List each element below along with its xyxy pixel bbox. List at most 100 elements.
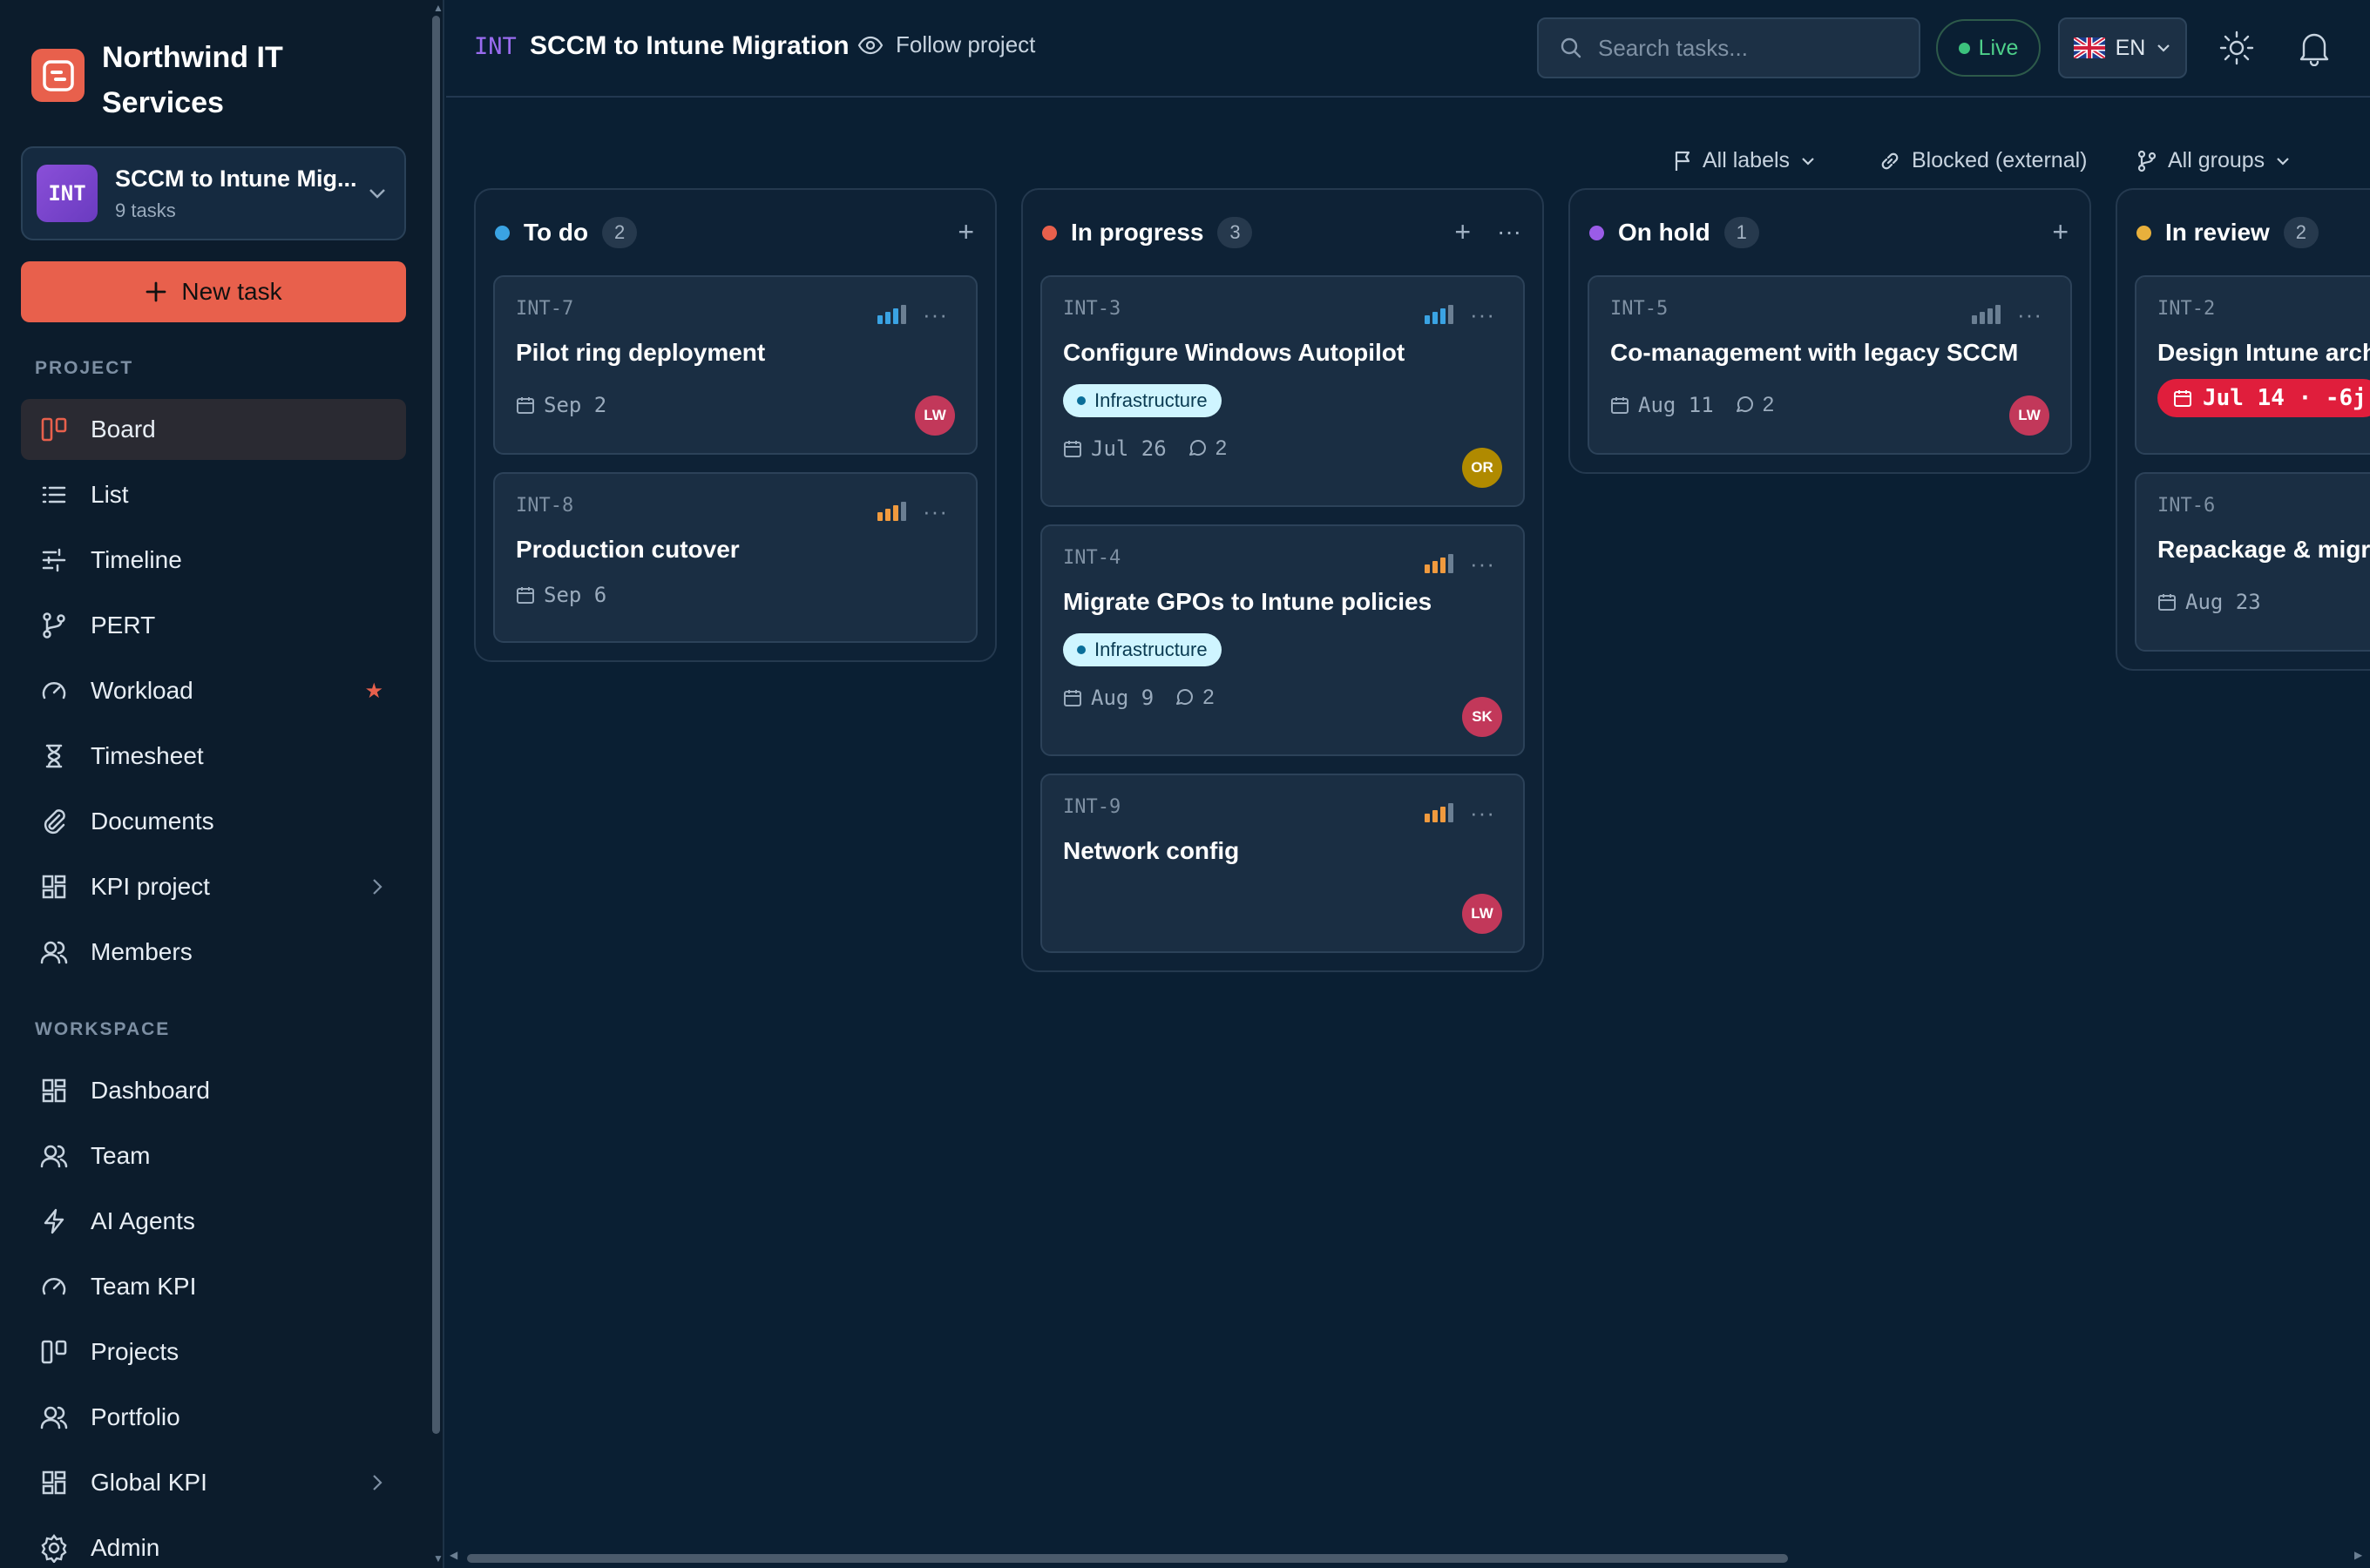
- groups-filter[interactable]: All groups: [2136, 148, 2291, 173]
- task-card[interactable]: INT-4 ··· Migrate GPOs to Intune policie…: [1040, 524, 1525, 756]
- follow-project-label: Follow project: [896, 31, 1036, 57]
- theme-toggle-icon[interactable]: [2218, 30, 2255, 66]
- scrollbar-thumb[interactable]: [432, 16, 440, 1434]
- labels-filter[interactable]: All labels: [1673, 148, 1816, 173]
- add-card-icon[interactable]: +: [1454, 218, 1471, 246]
- sidebar-scrollbar[interactable]: ▲ ▼: [429, 0, 444, 1568]
- column-count-badge: 2: [2283, 217, 2319, 248]
- board-icon: [38, 1336, 70, 1368]
- scrollbar-thumb[interactable]: [467, 1554, 1788, 1563]
- avatar[interactable]: OR: [1462, 448, 1502, 488]
- sidebar-item-dashboard[interactable]: Dashboard: [21, 1060, 406, 1121]
- blocked-filter[interactable]: Blocked (external): [1879, 148, 2087, 173]
- sidebar-item-list[interactable]: List: [21, 464, 406, 525]
- bolt-icon: [38, 1206, 70, 1237]
- column-title: In progress: [1071, 219, 1204, 246]
- task-card[interactable]: INT-9 ··· Network config LW: [1040, 774, 1525, 953]
- gear-icon: [38, 1532, 70, 1564]
- follow-project-button[interactable]: Follow project: [857, 31, 1035, 58]
- task-title: Co-management with legacy SCCM: [1610, 339, 2019, 366]
- task-title: Network config: [1063, 837, 1240, 864]
- task-card[interactable]: INT-5 ··· Co-management with legacy SCCM…: [1588, 275, 2072, 455]
- sidebar-item-timesheet[interactable]: Timesheet: [21, 726, 406, 787]
- sidebar-item-members[interactable]: Members: [21, 922, 406, 983]
- avatar[interactable]: LW: [915, 395, 955, 436]
- sidebar-item-projects[interactable]: Projects: [21, 1321, 406, 1382]
- add-card-icon[interactable]: +: [2052, 218, 2069, 246]
- search-input[interactable]: Search tasks...: [1537, 17, 1920, 78]
- sidebar-item-pert[interactable]: PERT: [21, 595, 406, 656]
- column-title: To do: [524, 219, 589, 246]
- more-options-icon[interactable]: ···: [923, 500, 948, 523]
- timeline-icon: [38, 544, 70, 576]
- label-tag[interactable]: Infrastructure: [1063, 384, 1222, 417]
- sidebar-item-label: Portfolio: [91, 1403, 180, 1430]
- sidebar-item-portfolio[interactable]: Portfolio: [21, 1387, 406, 1448]
- more-options-icon[interactable]: ···: [1470, 552, 1495, 575]
- star-icon[interactable]: ★: [364, 679, 383, 704]
- search-icon: [1561, 37, 1581, 58]
- comment-count: 2: [1735, 393, 1774, 417]
- calendar-icon: [1064, 690, 1081, 706]
- task-title: Repackage & migrate apps: [2157, 536, 2370, 563]
- sidebar-item-board[interactable]: Board: [21, 399, 406, 460]
- sidebar-item-ai-agents[interactable]: AI Agents: [21, 1191, 406, 1252]
- bell-icon[interactable]: [2297, 30, 2332, 66]
- column-count-badge: 1: [1723, 217, 1759, 248]
- task-card[interactable]: INT-7 ··· Pilot ring deployment Sep 2 LW: [493, 275, 978, 455]
- scroll-right-arrow[interactable]: ▶: [2354, 1549, 2362, 1561]
- sidebar-item-kpi-project[interactable]: KPI project: [21, 856, 406, 917]
- sidebar-item-global-kpi[interactable]: Global KPI: [21, 1452, 406, 1513]
- chevron-right-icon: [373, 1475, 383, 1490]
- board-column-in-progress: In progress 3 + ··· INT-3 ··· Configure …: [1021, 188, 1544, 972]
- sidebar-item-label: Projects: [91, 1338, 179, 1365]
- sidebar-item-team-kpi[interactable]: Team KPI: [21, 1256, 406, 1317]
- more-options-icon[interactable]: ···: [1470, 801, 1495, 824]
- task-card[interactable]: INT-3 ··· Configure Windows Autopilot In…: [1040, 275, 1525, 507]
- plus-icon: [146, 281, 166, 302]
- project-selector[interactable]: INT SCCM to Intune Mig... 9 tasks: [21, 146, 406, 240]
- search-placeholder: Search tasks...: [1598, 34, 1748, 61]
- sidebar-item-documents[interactable]: Documents: [21, 791, 406, 852]
- task-card[interactable]: INT-6 Repackage & migrate apps Aug 23: [2135, 472, 2370, 652]
- more-options-icon[interactable]: ···: [2017, 303, 2042, 326]
- section-label-workspace: WORKSPACE: [35, 1019, 171, 1039]
- list-icon: [38, 479, 70, 510]
- language-label: EN: [2115, 35, 2146, 60]
- live-status-badge[interactable]: Live: [1936, 19, 2041, 77]
- live-label: Live: [1978, 35, 2019, 60]
- avatar[interactable]: SK: [1462, 697, 1502, 737]
- org-name: Northwind IT Services: [102, 41, 283, 119]
- avatar[interactable]: LW: [2009, 395, 2049, 436]
- language-selector[interactable]: EN: [2058, 17, 2187, 78]
- priority-high-icon: [1425, 803, 1454, 822]
- eye-icon: [857, 36, 884, 54]
- more-options-icon[interactable]: ···: [1470, 303, 1495, 326]
- add-card-icon[interactable]: +: [958, 218, 974, 246]
- avatar[interactable]: LW: [1462, 894, 1502, 934]
- logo-icon: [31, 49, 85, 102]
- task-card[interactable]: INT-8 ··· Production cutover Sep 6: [493, 472, 978, 643]
- task-card[interactable]: INT-2 Design Intune architecture Jul 14 …: [2135, 275, 2370, 455]
- scroll-up-arrow[interactable]: ▲: [433, 2, 444, 14]
- org-header: Northwind IT Services: [31, 35, 389, 125]
- sidebar-item-timeline[interactable]: Timeline: [21, 530, 406, 591]
- label-tag[interactable]: Infrastructure: [1063, 633, 1222, 666]
- comment-count: 2: [1188, 436, 1227, 461]
- scroll-left-arrow[interactable]: ◀: [450, 1549, 457, 1561]
- uk-flag-icon: [2073, 37, 2105, 58]
- sidebar-item-workload[interactable]: Workload ★: [21, 660, 406, 721]
- more-options-icon[interactable]: ···: [923, 303, 948, 326]
- board-horizontal-scrollbar[interactable]: ◀ ▶: [446, 1547, 2370, 1568]
- column-count-badge: 2: [602, 217, 638, 248]
- sidebar-item-team[interactable]: Team: [21, 1125, 406, 1186]
- calendar-icon: [2158, 594, 2176, 611]
- sidebar-item-admin[interactable]: Admin: [21, 1517, 406, 1568]
- comment-icon: [1188, 440, 1206, 456]
- more-options-icon[interactable]: ···: [1497, 218, 1521, 246]
- scroll-down-arrow[interactable]: ▼: [433, 1552, 444, 1565]
- new-task-button[interactable]: New task: [21, 261, 406, 322]
- status-dot: [495, 225, 510, 240]
- board-column-on-hold: On hold 1 + INT-5 ··· Co-management with…: [1568, 188, 2091, 474]
- chevron-down-icon: [2157, 44, 2170, 52]
